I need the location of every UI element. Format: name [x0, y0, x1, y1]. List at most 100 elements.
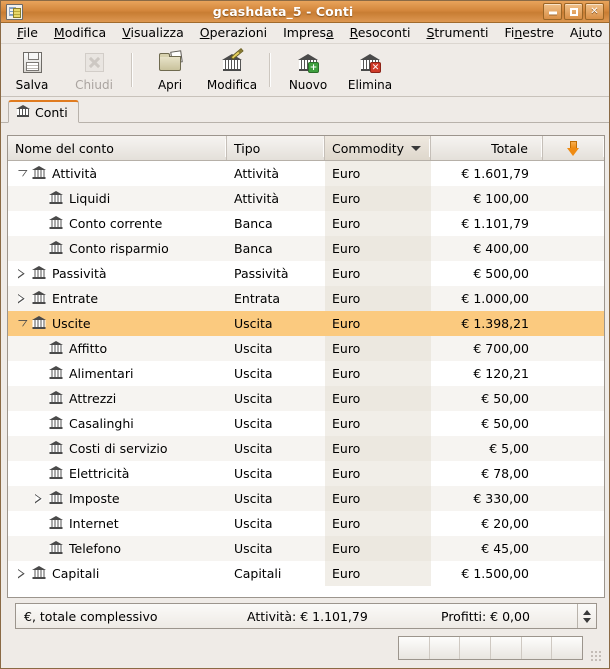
summary-spinner[interactable] [577, 604, 596, 628]
bank-icon [31, 316, 47, 331]
menu-aiuto[interactable]: Aiuto [562, 23, 609, 43]
bank-icon [48, 541, 64, 556]
edit-account-button[interactable]: Modifica [201, 47, 263, 92]
expander-closed-icon[interactable] [14, 293, 31, 304]
menu-resoconti[interactable]: Resoconti [342, 23, 419, 43]
table-row[interactable]: Passività Passività Euro € 500,00 [8, 261, 604, 286]
cell-account-type: Banca [234, 216, 273, 231]
cell-account-name: Entrate [8, 286, 227, 311]
close-button[interactable]: ✕ [585, 3, 604, 20]
column-options-button[interactable] [543, 136, 604, 160]
table-row[interactable]: Casalinghi Uscita Euro € 50,00 [8, 411, 604, 436]
toolbar-separator-2 [269, 53, 271, 87]
save-button[interactable]: Salva [1, 47, 63, 92]
table-row[interactable]: Affitto Uscita Euro € 700,00 [8, 336, 604, 361]
cell-commodity: Euro [325, 411, 431, 436]
progress-segment [460, 637, 492, 659]
menu-modifica[interactable]: Modifica [46, 23, 114, 43]
cell-commodity: Euro [325, 336, 431, 361]
cell-commodity: Euro [325, 361, 431, 386]
menu-strumenti[interactable]: Strumenti [418, 23, 496, 43]
menu-impresa[interactable]: Impresa [275, 23, 342, 43]
expander-closed-icon[interactable] [14, 568, 31, 579]
resize-grip-icon[interactable] [589, 649, 601, 661]
cell-spacer [543, 411, 604, 436]
tab-conti[interactable]: Conti [8, 100, 79, 123]
table-row[interactable]: Uscite Uscita Euro € 1.398,21 [8, 311, 604, 336]
progress-segment [491, 637, 522, 659]
bank-icon [48, 366, 64, 381]
maximize-button[interactable] [564, 3, 583, 20]
spinner-up-icon[interactable] [583, 609, 591, 615]
account-name-label: Affitto [69, 341, 108, 356]
cell-total: € 1.500,00 [461, 566, 529, 581]
cell-account-type: Uscita [234, 316, 273, 331]
bank-icon [15, 105, 30, 119]
table-row[interactable]: Conto risparmio Banca Euro € 400,00 [8, 236, 604, 261]
delete-badge-icon: ✕ [370, 62, 381, 73]
cell-commodity: Euro [332, 316, 361, 331]
cell-spacer [543, 561, 604, 586]
column-header-total[interactable]: Totale [431, 136, 543, 160]
cell-total: € 120,21 [473, 366, 529, 381]
account-name-label: Internet [69, 516, 119, 531]
cell-total: € 50,00 [481, 416, 529, 431]
table-row[interactable]: Liquidi Attività Euro € 100,00 [8, 186, 604, 211]
bank-icon [31, 566, 47, 581]
table-row[interactable]: Imposte Uscita Euro € 330,00 [8, 486, 604, 511]
expander-open-icon[interactable] [14, 170, 31, 177]
account-name-label: Casalinghi [69, 416, 134, 431]
cell-account-name: Uscite [8, 311, 227, 336]
table-row[interactable]: Costi di servizio Uscita Euro € 5,00 [8, 436, 604, 461]
bank-icon [48, 191, 64, 206]
expander-closed-icon[interactable] [14, 268, 31, 279]
expander-open-icon[interactable] [14, 320, 31, 327]
summary-profits: Profitti: € 0,00 [441, 608, 530, 624]
menu-operazioni[interactable]: Operazioni [192, 23, 275, 43]
progress-indicator [398, 636, 583, 660]
bank-icon [48, 216, 64, 231]
expander-closed-icon[interactable] [31, 493, 48, 504]
column-header-type[interactable]: Tipo [227, 136, 325, 160]
table-row[interactable]: Internet Uscita Euro € 20,00 [8, 511, 604, 536]
cell-account-type: Uscita [234, 391, 273, 406]
minimize-icon [548, 11, 557, 15]
cell-commodity: Euro [325, 161, 431, 186]
cell-total: € 50,00 [481, 391, 529, 406]
bank-icon [48, 466, 64, 481]
menu-finestre[interactable]: Finestre [497, 23, 562, 43]
menu-file[interactable]: File [9, 23, 46, 43]
table-row[interactable]: Attività Attività Euro € 1.601,79 [8, 161, 604, 186]
account-name-label: Uscite [52, 316, 91, 331]
new-account-button[interactable]: + Nuovo [277, 47, 339, 92]
cell-total: € 400,00 [473, 241, 529, 256]
table-row[interactable]: Elettricità Uscita Euro € 78,00 [8, 461, 604, 486]
table-row[interactable]: Capitali Capitali Euro € 1.500,00 [8, 561, 604, 586]
table-row[interactable]: Attrezzi Uscita Euro € 50,00 [8, 386, 604, 411]
bank-icon [31, 166, 47, 181]
close-tab-button: Chiudi [63, 47, 125, 92]
minimize-button[interactable] [543, 3, 562, 20]
summary-bar: €, totale complessivo Attività: € 1.101,… [15, 603, 597, 629]
table-row[interactable]: Conto corrente Banca Euro € 1.101,79 [8, 211, 604, 236]
column-header-name[interactable]: Nome del conto [8, 136, 227, 160]
account-name-label: Conto risparmio [69, 241, 169, 256]
delete-account-button[interactable]: ✕ Elimina [339, 47, 401, 92]
gnucash-document-icon [6, 3, 23, 20]
cell-account-type: Uscita [234, 341, 273, 356]
column-header-commodity[interactable]: Commodity [325, 136, 431, 160]
cell-spacer [543, 336, 604, 361]
spinner-down-icon[interactable] [583, 617, 591, 623]
close-tab-label: Chiudi [75, 78, 113, 92]
table-row[interactable]: Entrate Entrata Euro € 1.000,00 [8, 286, 604, 311]
window-title: gcashdata_5 - Conti [212, 4, 354, 19]
cell-account-name: Passività [8, 261, 227, 286]
cell-commodity: Euro [325, 561, 431, 586]
cell-account-name: Capitali [8, 561, 227, 586]
open-button[interactable]: Apri [139, 47, 201, 92]
menu-visualizza[interactable]: Visualizza [114, 23, 192, 43]
table-row[interactable]: Telefono Uscita Euro € 45,00 [8, 536, 604, 561]
cell-commodity: Euro [325, 236, 431, 261]
cell-account-type: Uscita [234, 491, 273, 506]
table-row[interactable]: Alimentari Uscita Euro € 120,21 [8, 361, 604, 386]
